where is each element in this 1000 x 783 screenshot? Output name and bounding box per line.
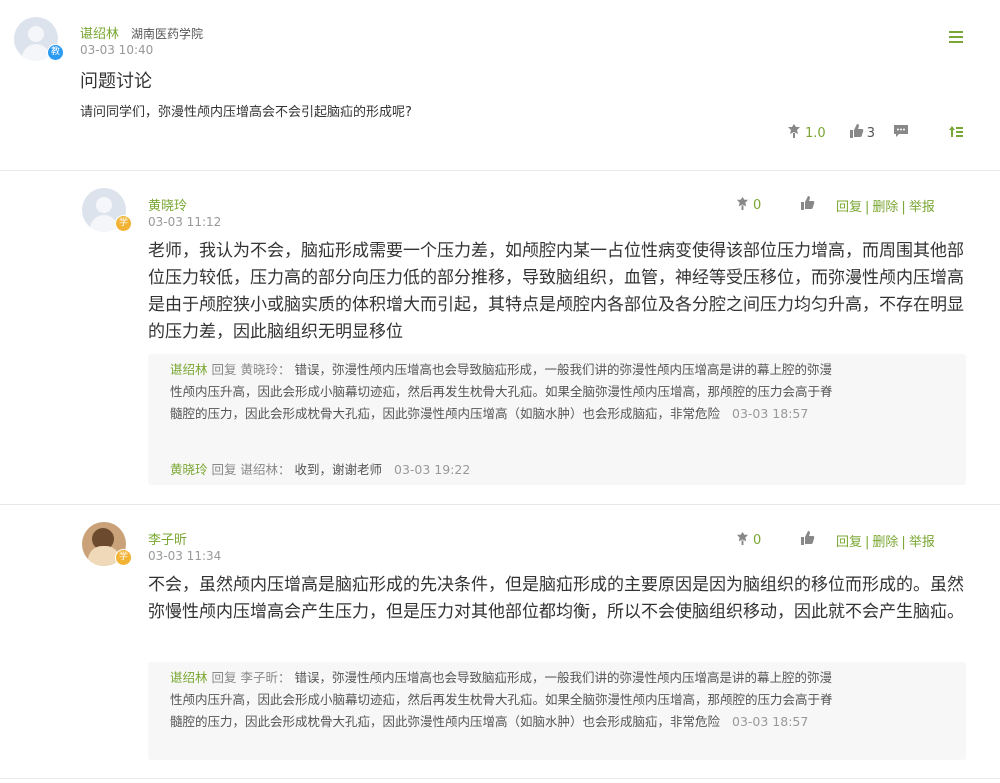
comment-time: 03-03 18:57 [732,406,809,421]
report-button[interactable]: 举报 [909,200,935,215]
thumbs-up-icon[interactable] [799,530,815,550]
menu-icon[interactable] [949,28,963,46]
post-score: 1.0 [805,125,826,141]
reply-score: 0 [753,197,762,213]
comment-verb: 回复 [211,362,237,377]
reply-text: 不会，虽然颅内压增高是脑疝形成的先决条件，但是脑疝形成的主要原因是因为脑组织的移… [148,575,964,622]
comment-to: 谌绍林： [240,462,291,477]
reply-button[interactable]: 回复 [836,200,862,215]
pin-top-icon[interactable] [948,123,964,143]
comment-to: 黄晓玲： [240,362,291,377]
post-title: 问题讨论 [80,71,152,92]
teacher-badge: 教 [47,44,64,61]
comment-verb: 回复 [211,670,237,685]
comment-from[interactable]: 谌绍林 [170,670,208,685]
comment-item: 谌绍林 回复 黄晓玲： 错误，弥漫性颅内压增高也会导致脑疝形成，一般我们讲的弥漫… [170,359,835,425]
reply-time: 03-03 11:34 [148,549,222,563]
divider [0,170,1000,171]
thumbs-up-icon[interactable] [848,123,864,143]
comment-text: 收到，谢谢老师 [294,462,383,477]
comment-time: 03-03 18:57 [732,714,809,729]
comment-item: 黄晓玲 回复 谌绍林： 收到，谢谢老师 03-03 19:22 [170,459,835,481]
delete-button[interactable]: 删除 [872,535,898,550]
comment-from[interactable]: 谌绍林 [170,362,208,377]
reply-author-name[interactable]: 黄晓玲 [148,195,187,214]
reply-time: 03-03 11:12 [148,215,222,229]
post-time: 03-03 10:40 [80,43,154,57]
comment-to: 李子昕： [240,670,291,685]
divider [0,504,1000,505]
divider [0,778,1000,779]
thumbs-up-icon[interactable] [799,195,815,215]
award-icon[interactable] [735,531,750,550]
comment-verb: 回复 [211,462,237,477]
student-badge: 学 [115,549,132,566]
reply-text: 老师，我认为不会，脑疝形成需要一个压力差，如颅腔内某一占位性病变使得该部位压力增… [148,241,964,342]
delete-button[interactable]: 删除 [872,200,898,215]
post-author-school: 湖南医药学院 [131,27,204,41]
report-button[interactable]: 举报 [909,535,935,550]
comment-time: 03-03 19:22 [394,462,471,477]
post-content: 请问同学们，弥漫性颅内压增高会不会引起脑疝的形成呢? [80,105,412,120]
award-icon[interactable] [735,196,750,215]
comment-icon[interactable] [893,123,909,143]
student-badge: 学 [115,215,132,232]
award-icon[interactable] [786,123,802,143]
reply-score: 0 [753,532,762,548]
comment-from[interactable]: 黄晓玲 [170,462,208,477]
reply-button[interactable]: 回复 [836,535,862,550]
comment-item: 谌绍林 回复 李子昕： 错误，弥漫性颅内压增高也会导致脑疝形成，一般我们讲的弥漫… [170,667,835,733]
post-likes: 3 [866,125,875,141]
post-author-name[interactable]: 谌绍林 [80,27,119,42]
reply-author-name[interactable]: 李子昕 [148,529,187,548]
